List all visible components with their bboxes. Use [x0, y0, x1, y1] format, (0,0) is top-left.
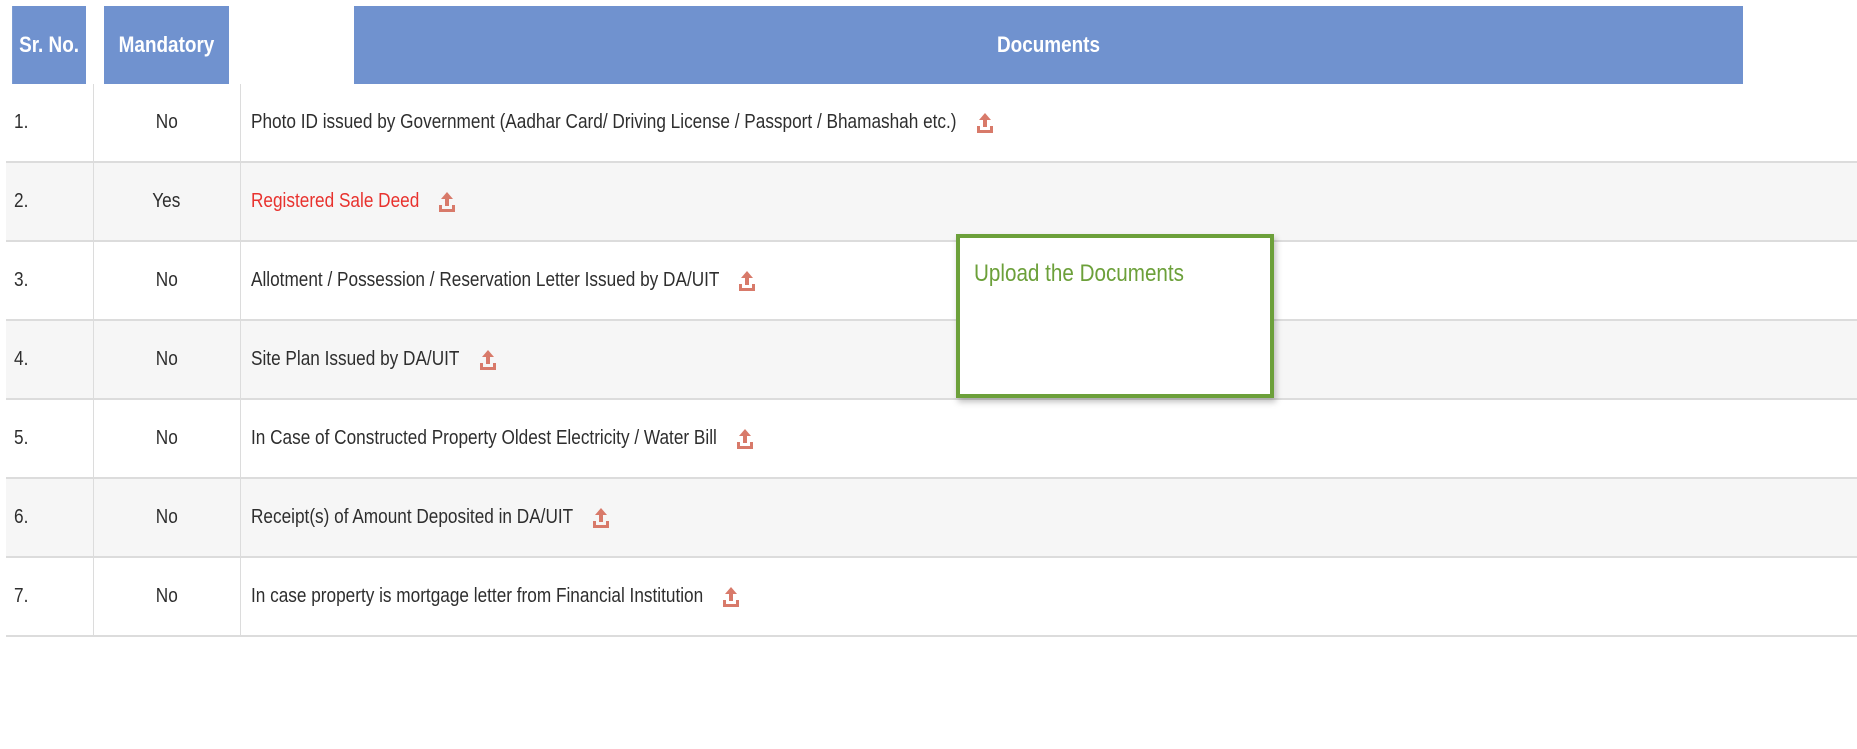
- documents-table-container: Sr. No. Mandatory Documents 1. No Photo …: [6, 6, 1857, 749]
- sr-no-value: 2.: [14, 190, 29, 212]
- sr-no-cell: 2.: [6, 162, 94, 242]
- document-label: Registered Sale Deed: [250, 190, 419, 213]
- mandatory-cell: Yes: [93, 162, 241, 242]
- sr-no-cell: 7.: [6, 557, 94, 637]
- mandatory-cell: No: [93, 557, 241, 637]
- document-label: Photo ID issued by Government (Aadhar Ca…: [250, 111, 957, 134]
- sr-no-value: 6.: [14, 506, 29, 528]
- upload-icon[interactable]: [738, 270, 756, 292]
- sr-no-cell: 1.: [6, 84, 94, 163]
- mandatory-cell: No: [93, 478, 241, 558]
- sr-no-cell: 4.: [6, 320, 94, 400]
- documents-table: Sr. No. Mandatory Documents 1. No Photo …: [6, 6, 1857, 637]
- document-cell: Photo ID issued by Government (Aadhar Ca…: [240, 84, 1857, 163]
- document-cell: Registered Sale Deed: [240, 162, 1857, 242]
- header-documents: Documents: [353, 6, 1745, 84]
- table-row: 7. No In case property is mortgage lette…: [6, 557, 1857, 637]
- upload-icon[interactable]: [479, 349, 497, 371]
- upload-icon[interactable]: [592, 507, 610, 529]
- upload-icon[interactable]: [736, 428, 754, 450]
- mandatory-value: No: [155, 348, 178, 370]
- document-label: Allotment / Possession / Reservation Let…: [250, 269, 719, 292]
- document-label: In case property is mortgage letter from…: [250, 585, 703, 608]
- upload-icon[interactable]: [976, 112, 994, 134]
- mandatory-cell: No: [93, 320, 241, 400]
- document-cell: In Case of Constructed Property Oldest E…: [240, 399, 1857, 479]
- table-row: 4. No Site Plan Issued by DA/UIT: [6, 320, 1857, 400]
- mandatory-value: No: [155, 506, 178, 528]
- mandatory-value: No: [155, 427, 178, 449]
- sr-no-value: 7.: [14, 585, 29, 607]
- header-sr-no: Sr. No.: [12, 6, 88, 84]
- document-cell: Receipt(s) of Amount Deposited in DA/UIT: [240, 478, 1857, 558]
- mandatory-value: No: [155, 269, 178, 291]
- mandatory-value: No: [155, 111, 178, 133]
- tooltip-text: Upload the Documents: [974, 260, 1184, 287]
- sr-no-value: 4.: [14, 348, 29, 370]
- document-label: Receipt(s) of Amount Deposited in DA/UIT: [250, 506, 573, 529]
- upload-tooltip: Upload the Documents: [956, 234, 1274, 398]
- document-label: In Case of Constructed Property Oldest E…: [250, 427, 717, 450]
- table-header-row: Sr. No. Mandatory Documents: [6, 6, 1857, 84]
- sr-no-cell: 5.: [6, 399, 94, 479]
- mandatory-cell: No: [93, 241, 241, 321]
- table-row: 5. No In Case of Constructed Property Ol…: [6, 399, 1857, 479]
- upload-icon[interactable]: [438, 191, 456, 213]
- sr-no-value: 5.: [14, 427, 29, 449]
- table-row: 1. No Photo ID issued by Government (Aad…: [6, 84, 1857, 163]
- sr-no-cell: 3.: [6, 241, 94, 321]
- mandatory-cell: No: [93, 399, 241, 479]
- header-mandatory: Mandatory: [103, 6, 231, 84]
- table-row: 3. No Allotment / Possession / Reservati…: [6, 241, 1857, 321]
- upload-icon[interactable]: [722, 586, 740, 608]
- document-label: Site Plan Issued by DA/UIT: [250, 348, 459, 371]
- document-cell: In case property is mortgage letter from…: [240, 557, 1857, 637]
- table-row: 6. No Receipt(s) of Amount Deposited in …: [6, 478, 1857, 558]
- sr-no-value: 3.: [14, 269, 29, 291]
- mandatory-value: Yes: [152, 190, 181, 212]
- table-row: 2. Yes Registered Sale Deed: [6, 162, 1857, 242]
- mandatory-value: No: [155, 585, 178, 607]
- sr-no-cell: 6.: [6, 478, 94, 558]
- sr-no-value: 1.: [14, 111, 29, 133]
- mandatory-cell: No: [93, 84, 241, 163]
